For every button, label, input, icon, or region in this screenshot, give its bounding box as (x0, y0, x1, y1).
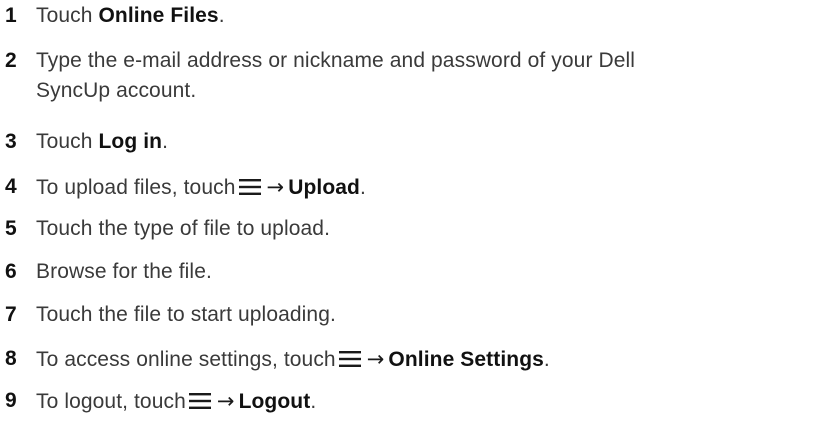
ui-term: Online Settings (388, 348, 544, 371)
ui-term: Log in (98, 130, 163, 153)
step-number: 8 (5, 347, 17, 370)
step-text: Touch the type of file to upload. (36, 217, 330, 240)
ui-term: Upload (288, 176, 360, 199)
step-text-segment: . (359, 176, 366, 199)
step-text-segment: . (162, 130, 169, 153)
arrow-icon: → (366, 347, 385, 371)
step-number: 1 (5, 4, 17, 27)
step-text-segment: Touch (36, 130, 99, 153)
ui-term: Online Files (98, 4, 219, 27)
step-number: 3 (5, 130, 17, 153)
step-text: Browse for the file. (36, 260, 212, 283)
step-text: To upload files, touch → Upload. (36, 172, 821, 203)
step-text: Touch the file to start uploading. (36, 303, 336, 326)
step-number: 6 (5, 260, 17, 283)
step-text-segment: To upload files, touch (36, 176, 236, 199)
menu-icon (188, 393, 211, 409)
step-text-segment: . (310, 390, 317, 413)
ui-term: Logout (238, 390, 311, 413)
step-text: Touch Online Files. (36, 1, 821, 31)
step-text-line: Type the e-mail address or nickname and … (36, 49, 636, 72)
menu-icon (338, 351, 361, 367)
arrow-icon: → (266, 175, 285, 199)
step-number: 9 (5, 389, 17, 412)
step-text: To access online settings, touch → Online … (36, 344, 821, 375)
step-text-segment: To logout, touch (36, 390, 186, 413)
step-text: Touch Log in. (36, 127, 821, 157)
step-text-line: SyncUp account. (36, 79, 197, 102)
step-number: 4 (5, 175, 17, 198)
menu-icon (238, 179, 261, 195)
step-text-segment: . (218, 4, 225, 27)
step-text-segment: Touch (36, 4, 99, 27)
arrow-icon: → (216, 389, 235, 413)
step-text: To logout, touch → Logout. (36, 386, 821, 417)
step-text-segment: To access online settings, touch (36, 348, 336, 371)
step-number: 2 (5, 49, 17, 72)
step-text-segment: . (543, 348, 550, 371)
step-number: 5 (5, 217, 17, 240)
step-number: 7 (5, 303, 17, 326)
step-text: Type the e-mail address or nickname and … (36, 46, 821, 106)
